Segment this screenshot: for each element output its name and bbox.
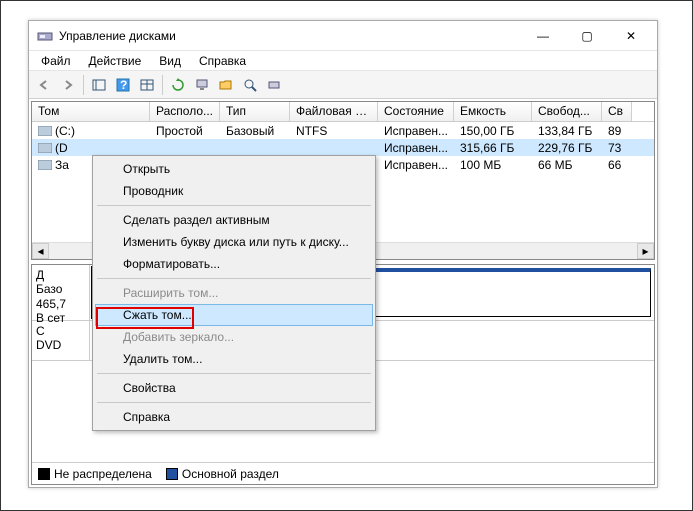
refresh-icon[interactable] bbox=[167, 74, 189, 96]
cm-make-active[interactable]: Сделать раздел активным bbox=[95, 209, 373, 231]
col-capacity[interactable]: Емкость bbox=[454, 102, 532, 121]
dvd-label: C DVD bbox=[32, 321, 90, 360]
grid-button[interactable] bbox=[136, 74, 158, 96]
volume-row[interactable]: (C:) Простой Базовый NTFS Исправен... 15… bbox=[32, 122, 654, 139]
disk-0-label: Д Базо 465,7 В сет bbox=[32, 265, 90, 320]
window-title: Управление дисками bbox=[59, 29, 521, 43]
list-button[interactable] bbox=[88, 74, 110, 96]
back-button[interactable] bbox=[33, 74, 55, 96]
cm-extend: Расширить том... bbox=[95, 282, 373, 304]
svg-text:?: ? bbox=[120, 78, 127, 92]
legend: Не распределена Основной раздел bbox=[32, 462, 654, 484]
help-button[interactable]: ? bbox=[112, 74, 134, 96]
find-icon[interactable] bbox=[239, 74, 261, 96]
cm-explorer[interactable]: Проводник bbox=[95, 180, 373, 202]
close-button[interactable]: ✕ bbox=[609, 22, 653, 50]
col-free[interactable]: Свобод... bbox=[532, 102, 602, 121]
col-pct[interactable]: Св bbox=[602, 102, 632, 121]
cm-format[interactable]: Форматировать... bbox=[95, 253, 373, 275]
col-layout[interactable]: Располо... bbox=[150, 102, 220, 121]
col-volume[interactable]: Том bbox=[32, 102, 150, 121]
cm-change-letter[interactable]: Изменить букву диска или путь к диску... bbox=[95, 231, 373, 253]
minimize-button[interactable]: — bbox=[521, 22, 565, 50]
drive-icon bbox=[38, 160, 52, 170]
legend-primary-swatch bbox=[166, 468, 178, 480]
cm-shrink[interactable]: Сжать том... bbox=[95, 304, 373, 326]
config-icon[interactable] bbox=[263, 74, 285, 96]
col-status[interactable]: Состояние bbox=[378, 102, 454, 121]
menubar: Файл Действие Вид Справка bbox=[29, 51, 657, 71]
drive-icon bbox=[38, 126, 52, 136]
cm-open[interactable]: Открыть bbox=[95, 158, 373, 180]
scroll-left-icon[interactable]: ◂ bbox=[32, 243, 49, 259]
menu-view[interactable]: Вид bbox=[151, 52, 189, 70]
forward-button[interactable] bbox=[57, 74, 79, 96]
cm-mirror: Добавить зеркало... bbox=[95, 326, 373, 348]
volume-row-selected[interactable]: (D Исправен... 315,66 ГБ 229,76 ГБ 73 bbox=[32, 139, 654, 156]
toolbar: ? bbox=[29, 71, 657, 99]
open-icon[interactable] bbox=[215, 74, 237, 96]
column-headers: Том Располо... Тип Файловая с... Состоян… bbox=[32, 102, 654, 122]
app-icon bbox=[37, 28, 53, 44]
cm-properties[interactable]: Свойства bbox=[95, 377, 373, 399]
titlebar: Управление дисками — ▢ ✕ bbox=[29, 21, 657, 51]
menu-file[interactable]: Файл bbox=[33, 52, 79, 70]
cm-delete[interactable]: Удалить том... bbox=[95, 348, 373, 370]
menu-action[interactable]: Действие bbox=[81, 52, 150, 70]
menu-help[interactable]: Справка bbox=[191, 52, 254, 70]
scroll-right-icon[interactable]: ▸ bbox=[637, 243, 654, 259]
drive-icon bbox=[38, 143, 52, 153]
cm-help[interactable]: Справка bbox=[95, 406, 373, 428]
legend-unallocated-swatch bbox=[38, 468, 50, 480]
context-menu: Открыть Проводник Сделать раздел активны… bbox=[92, 155, 376, 431]
maximize-button[interactable]: ▢ bbox=[565, 22, 609, 50]
computer-icon[interactable] bbox=[191, 74, 213, 96]
col-fs[interactable]: Файловая с... bbox=[290, 102, 378, 121]
col-type[interactable]: Тип bbox=[220, 102, 290, 121]
